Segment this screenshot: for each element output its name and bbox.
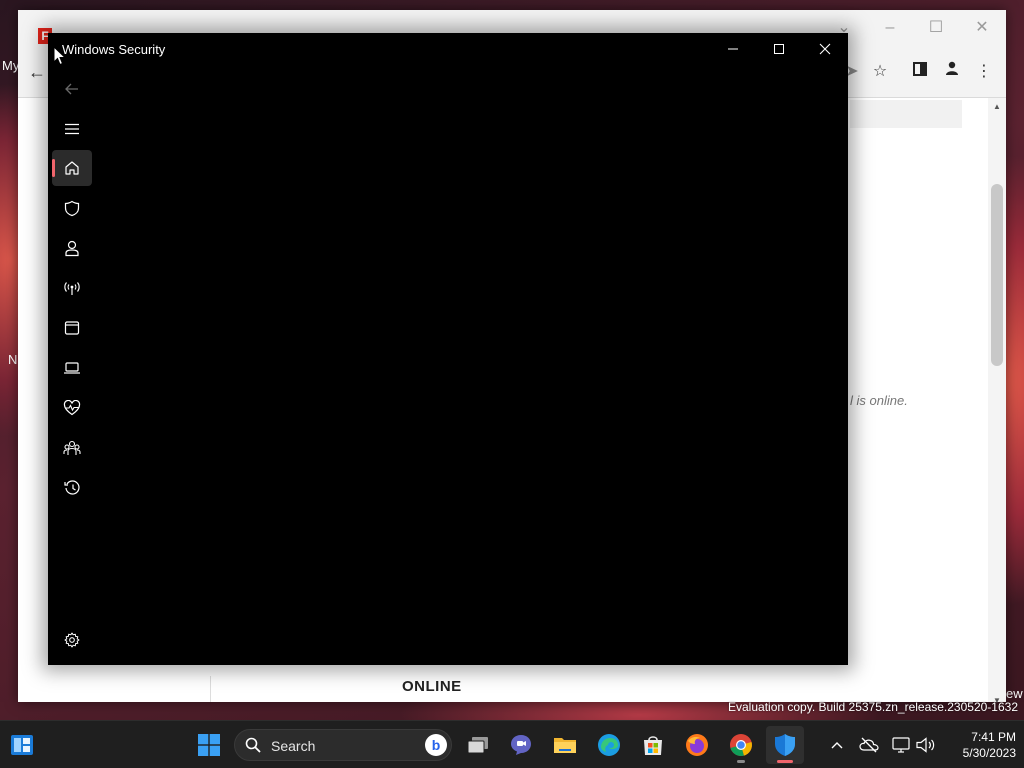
store-button[interactable] xyxy=(634,726,672,764)
side-panel-icon[interactable] xyxy=(908,60,932,84)
windows-security-window: Windows Security xyxy=(48,33,848,665)
teams-chat-button[interactable] xyxy=(502,726,540,764)
device-security-icon xyxy=(64,362,80,374)
taskbar-search-box[interactable]: Search b xyxy=(234,729,452,761)
page-divider xyxy=(210,676,211,702)
back-button[interactable] xyxy=(52,73,92,105)
chevron-up-icon xyxy=(831,742,843,749)
scroll-up-icon[interactable]: ▲ xyxy=(988,100,1006,114)
shield-icon xyxy=(64,200,80,216)
speaker-icon xyxy=(916,737,935,753)
network-icon xyxy=(64,282,80,295)
gear-icon xyxy=(64,632,80,648)
network-tray-button[interactable] xyxy=(889,733,913,757)
hamburger-icon xyxy=(65,123,79,135)
mouse-cursor-icon xyxy=(53,46,67,66)
clock-time: 7:41 PM xyxy=(971,730,1016,744)
tray-overflow-button[interactable] xyxy=(825,733,849,757)
back-arrow-icon xyxy=(65,83,78,95)
nav-item-app-browser-control[interactable] xyxy=(52,310,92,346)
file-explorer-button[interactable] xyxy=(546,726,584,764)
edge-button[interactable] xyxy=(590,726,628,764)
maximize-button[interactable] xyxy=(756,33,802,65)
hamburger-menu-button[interactable] xyxy=(52,111,92,147)
desktop-icon-label[interactable]: ew xyxy=(1006,686,1023,701)
nav-item-virus-protection[interactable] xyxy=(52,190,92,226)
maximize-icon xyxy=(774,44,784,54)
family-icon xyxy=(63,440,81,455)
nav-item-protection-history[interactable] xyxy=(52,470,92,506)
close-button[interactable] xyxy=(802,33,848,65)
taskbar: Search b 7:41 PM 5/30/2023 xyxy=(0,720,1024,768)
app-browser-icon xyxy=(64,321,80,335)
menu-dots-icon[interactable]: ⋮ xyxy=(972,60,996,84)
folder-icon xyxy=(554,738,576,753)
task-view-button[interactable] xyxy=(459,726,497,764)
desktop-icon-label[interactable]: N xyxy=(8,352,17,367)
nav-item-home[interactable] xyxy=(52,150,92,186)
taskbar-clock[interactable]: 7:41 PM 5/30/2023 xyxy=(944,729,1016,761)
ethernet-icon xyxy=(892,737,910,753)
nav-item-settings[interactable] xyxy=(52,622,92,658)
chrome-button[interactable] xyxy=(722,726,760,764)
page-status-text: l is online. xyxy=(850,393,908,408)
clock-date: 5/30/2023 xyxy=(962,746,1016,760)
profile-icon[interactable] xyxy=(940,60,964,84)
browser-maximize-button[interactable]: ☐ xyxy=(914,14,958,42)
task-view-icon xyxy=(467,737,488,754)
windows-logo-icon xyxy=(198,734,220,756)
windows-security-taskbar-button[interactable] xyxy=(766,726,804,764)
account-icon xyxy=(65,240,79,256)
active-indicator xyxy=(52,159,55,177)
store-icon xyxy=(644,736,662,755)
search-placeholder: Search xyxy=(271,738,316,754)
security-shield-icon xyxy=(775,734,795,756)
widgets-icon xyxy=(11,735,33,755)
chrome-icon xyxy=(730,734,752,756)
firefox-icon xyxy=(686,734,708,756)
volume-tray-button[interactable] xyxy=(914,733,938,757)
onedrive-tray-button[interactable] xyxy=(857,733,881,757)
close-icon xyxy=(819,43,831,55)
cloud-off-icon xyxy=(859,737,879,753)
edge-icon xyxy=(598,734,620,756)
nav-item-device-security[interactable] xyxy=(52,350,92,386)
window-title: Windows Security xyxy=(62,42,166,57)
nav-item-device-health[interactable] xyxy=(52,390,92,426)
page-gray-bar xyxy=(850,100,962,128)
page-heading: ONLINE xyxy=(402,678,462,695)
browser-scrollbar[interactable]: ▲ ▼ xyxy=(988,98,1006,705)
nav-item-account-protection[interactable] xyxy=(52,230,92,266)
widgets-button[interactable] xyxy=(3,726,41,764)
minimize-icon xyxy=(728,48,738,50)
bing-icon[interactable]: b xyxy=(425,734,447,756)
teams-chat-icon xyxy=(511,735,531,755)
nav-item-firewall[interactable] xyxy=(52,270,92,306)
firefox-button[interactable] xyxy=(678,726,716,764)
home-icon xyxy=(65,161,79,175)
nav-item-family-options[interactable] xyxy=(52,430,92,466)
desktop-icon-label[interactable]: My xyxy=(2,58,19,73)
minimize-button[interactable] xyxy=(710,33,756,65)
browser-minimize-button[interactable]: – xyxy=(868,14,912,42)
history-icon xyxy=(63,480,80,495)
bookmark-star-icon[interactable]: ☆ xyxy=(868,60,892,84)
health-icon xyxy=(63,400,81,416)
scrollbar-thumb[interactable] xyxy=(991,184,1003,366)
start-button[interactable] xyxy=(190,726,228,764)
browser-close-button[interactable]: ✕ xyxy=(960,14,1004,42)
evaluation-watermark: Evaluation copy. Build 25375.zn_release.… xyxy=(728,700,1018,714)
search-icon xyxy=(245,737,261,753)
